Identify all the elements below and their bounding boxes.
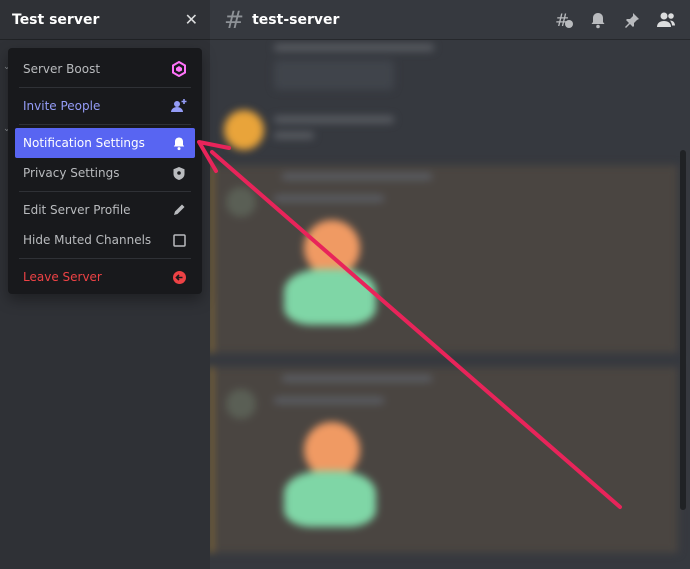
scrollbar[interactable] [680,150,686,510]
members-icon[interactable] [656,10,676,30]
avatar [226,187,256,217]
blurred-text [274,132,314,139]
close-icon[interactable]: ✕ [185,10,198,29]
divider [19,191,191,192]
blurred-attachment [274,60,394,90]
channel-header: # test-server # [210,0,690,40]
checkbox-icon[interactable] [171,232,187,248]
shield-icon [171,165,187,181]
blurred-text [274,195,384,202]
bell-icon[interactable] [588,10,608,30]
pin-icon[interactable] [622,10,642,30]
blurred-text [274,116,394,123]
server-title: Test server [12,11,100,28]
boost-icon [171,61,187,77]
avatar [226,389,256,419]
avatar [224,110,264,150]
chat-area [210,40,690,569]
menu-item-invite-people[interactable]: Invite People [15,91,195,121]
blurred-image [284,269,376,325]
blurred-text [282,173,432,180]
menu-item-label: Leave Server [23,270,102,284]
channel-name: test-server [252,11,340,28]
menu-item-server-boost[interactable]: Server Boost [15,54,195,84]
server-header[interactable]: Test server ✕ [0,0,210,40]
blurred-image [284,471,376,527]
menu-item-label: Hide Muted Channels [23,233,152,247]
threads-icon[interactable]: # [554,10,574,30]
menu-item-leave-server[interactable]: Leave Server [15,262,195,292]
menu-item-label: Privacy Settings [23,166,120,180]
menu-item-notification-settings[interactable]: Notification Settings [15,128,195,158]
blurred-image [304,220,360,276]
menu-item-privacy-settings[interactable]: Privacy Settings [15,158,195,188]
blurred-text [282,375,432,382]
server-menu: Server Boost Invite People Notification … [8,48,202,294]
blurred-image [304,422,360,478]
blurred-text [274,397,384,404]
menu-item-label: Edit Server Profile [23,203,131,217]
divider [19,258,191,259]
menu-item-label: Invite People [23,99,101,113]
bell-icon [171,135,187,151]
menu-item-edit-server-profile[interactable]: Edit Server Profile [15,195,195,225]
leave-icon [171,269,187,285]
image-embed[interactable] [210,165,678,353]
pencil-icon [171,202,187,218]
blurred-text [274,44,434,51]
divider [19,124,191,125]
menu-item-label: Server Boost [23,62,101,76]
hash-icon: # [224,5,245,34]
image-embed[interactable] [210,367,678,553]
divider [19,87,191,88]
menu-item-hide-muted-channels[interactable]: Hide Muted Channels [15,225,195,255]
add-user-icon [171,98,187,114]
menu-item-label: Notification Settings [23,136,145,150]
